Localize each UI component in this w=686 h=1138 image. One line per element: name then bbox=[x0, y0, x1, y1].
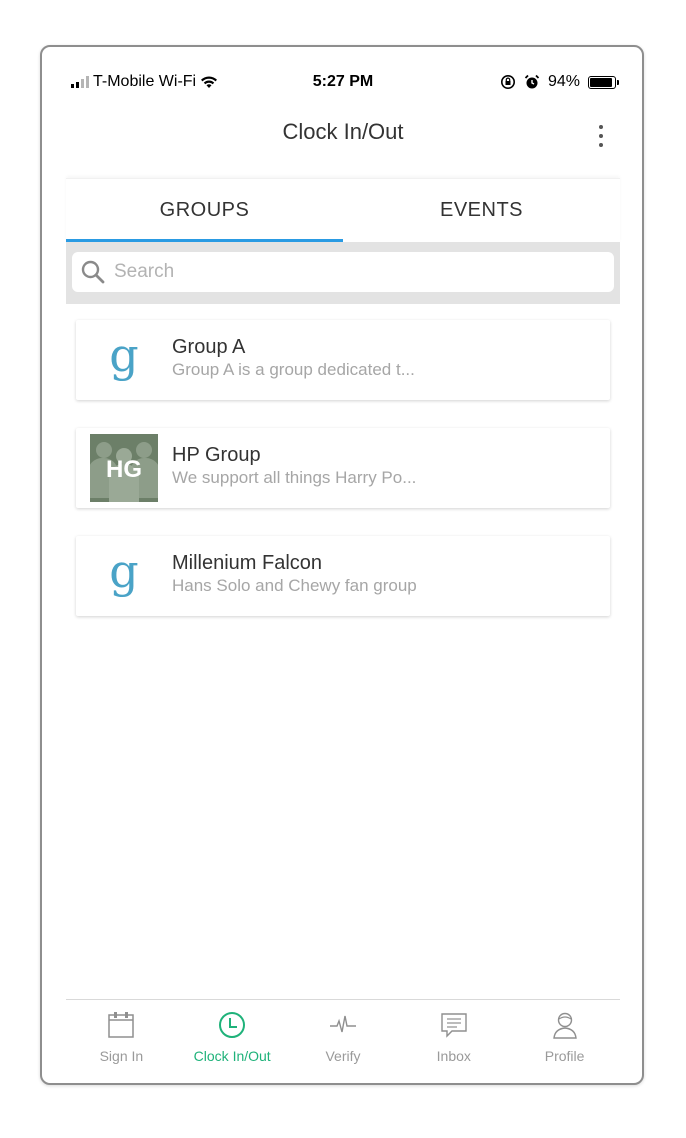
tab-bar: GROUPS EVENTS bbox=[66, 178, 620, 243]
group-name: HP Group bbox=[172, 444, 261, 466]
alarm-icon bbox=[524, 74, 540, 89]
nav-inbox[interactable]: Inbox bbox=[398, 1000, 509, 1083]
message-icon bbox=[441, 1013, 467, 1038]
search-box[interactable] bbox=[72, 252, 614, 292]
group-avatar: HG bbox=[90, 434, 158, 502]
group-avatar: g bbox=[90, 542, 158, 610]
list-item-millenium-falcon[interactable]: g Millenium Falcon Hans Solo and Chewy f… bbox=[76, 536, 610, 616]
battery-icon bbox=[588, 75, 619, 89]
search-bar bbox=[66, 242, 620, 304]
group-avatar: g bbox=[90, 326, 158, 394]
g-logo-icon: g bbox=[109, 544, 139, 598]
group-name: Group A bbox=[172, 336, 246, 358]
group-description: Group A is a group dedicated t... bbox=[172, 360, 415, 379]
more-options-icon[interactable] bbox=[596, 125, 606, 147]
status-bar: T-Mobile Wi-Fi 5:27 PM 94% bbox=[66, 71, 620, 95]
page-title: Clock In/Out bbox=[282, 119, 404, 144]
list-item-group-a[interactable]: g Group A Group A is a group dedicated t… bbox=[76, 320, 610, 400]
search-input[interactable] bbox=[112, 260, 614, 284]
nav-verify[interactable]: Verify bbox=[288, 1000, 399, 1083]
bottom-nav: Sign In Clock In/Out Verify Inbox Profil… bbox=[66, 999, 620, 1083]
nav-sign-in[interactable]: Sign In bbox=[66, 1000, 177, 1083]
pulse-icon bbox=[329, 1015, 356, 1033]
nav-label: Profile bbox=[544, 1048, 585, 1064]
group-description: We support all things Harry Po... bbox=[172, 468, 417, 487]
group-name: Millenium Falcon bbox=[172, 552, 323, 574]
calendar-icon bbox=[108, 1012, 135, 1038]
nav-profile[interactable]: Profile bbox=[509, 1000, 620, 1083]
person-icon bbox=[552, 1012, 577, 1039]
tab-groups[interactable]: GROUPS bbox=[66, 179, 343, 243]
nav-label: Verify bbox=[325, 1048, 361, 1064]
tab-events[interactable]: EVENTS bbox=[343, 179, 620, 243]
avatar-text: HG bbox=[106, 456, 142, 483]
orientation-lock-icon bbox=[500, 75, 515, 89]
phone-frame: T-Mobile Wi-Fi 5:27 PM 94% Clock In/Out … bbox=[40, 45, 644, 1085]
search-icon bbox=[81, 260, 105, 284]
nav-label: Inbox bbox=[436, 1048, 471, 1064]
app-screen: T-Mobile Wi-Fi 5:27 PM 94% Clock In/Out … bbox=[66, 47, 620, 1083]
hg-avatar-icon: HG bbox=[90, 434, 158, 502]
battery-label: 94% bbox=[547, 73, 580, 90]
status-right: 94% bbox=[500, 73, 619, 91]
nav-clock-in-out[interactable]: Clock In/Out bbox=[177, 1000, 288, 1083]
clock-icon bbox=[219, 1012, 246, 1038]
group-description: Hans Solo and Chewy fan group bbox=[172, 576, 417, 595]
list-item-hp-group[interactable]: HG HP Group We support all things Harry … bbox=[76, 428, 610, 508]
g-logo-icon: g bbox=[109, 328, 139, 382]
nav-label: Sign In bbox=[99, 1048, 144, 1064]
nav-label: Clock In/Out bbox=[193, 1048, 271, 1064]
